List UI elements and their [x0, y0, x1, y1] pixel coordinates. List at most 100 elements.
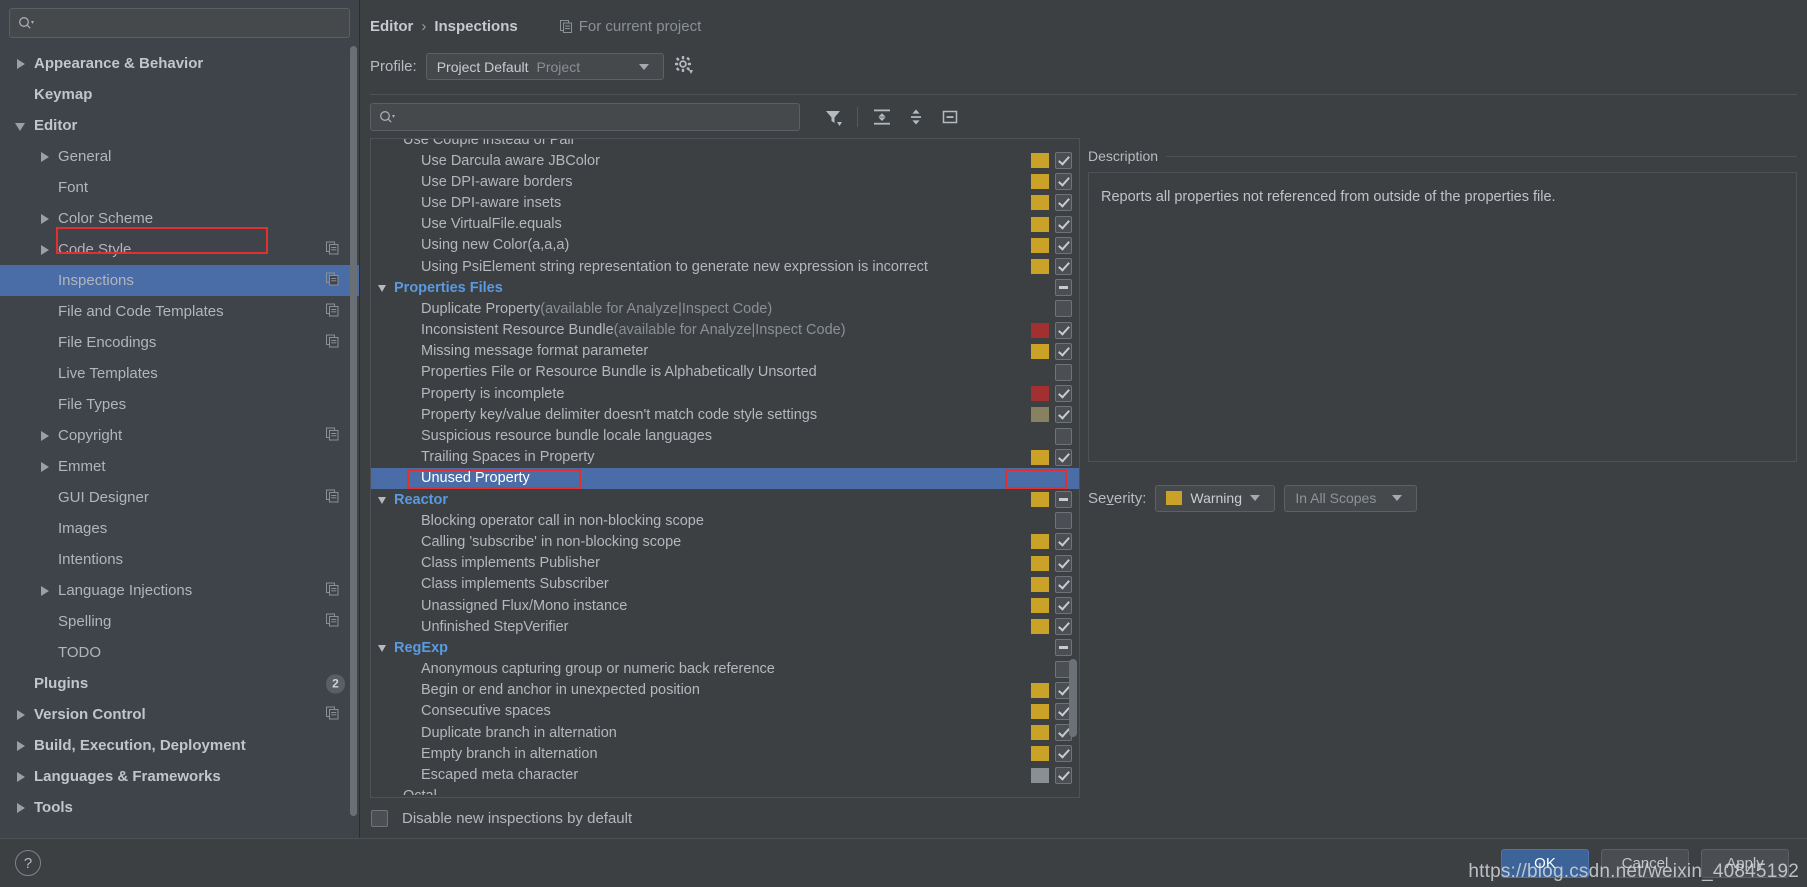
severity-color-swatch[interactable]	[1031, 682, 1049, 698]
inspection-row[interactable]: Use VirtualFile.equals	[371, 214, 1079, 235]
sidebar-item-font[interactable]: Font	[0, 172, 359, 203]
inspection-row[interactable]: Unfinished StepVerifier	[371, 616, 1079, 637]
severity-color-swatch[interactable]	[1031, 429, 1049, 444]
sidebar-item-languages-frameworks[interactable]: Languages & Frameworks	[0, 761, 359, 792]
inspection-enabled-checkbox[interactable]	[1055, 173, 1072, 191]
gear-icon[interactable]	[673, 54, 693, 79]
sidebar-item-tools[interactable]: Tools	[0, 792, 359, 823]
sidebar-tree[interactable]: Appearance & Behavior Keymap Editor General…	[0, 44, 359, 838]
chevron-right-icon[interactable]	[38, 243, 52, 257]
sidebar-item-language-injections[interactable]: Language Injections	[0, 575, 359, 606]
inspection-row[interactable]: Duplicate branch in alternation	[371, 722, 1079, 743]
sidebar-item-keymap[interactable]: Keymap	[0, 79, 359, 110]
sidebar-item-inspections[interactable]: Inspections	[0, 265, 359, 296]
inspection-enabled-checkbox[interactable]	[1055, 512, 1072, 530]
inspection-row[interactable]: Consecutive spaces	[371, 701, 1079, 722]
inspection-row[interactable]: Use Darcula aware JBColor	[371, 150, 1079, 171]
inspection-group-row[interactable]: Reactor	[371, 489, 1079, 510]
inspection-row[interactable]: Blocking operator call in non-blocking s…	[371, 510, 1079, 531]
inspection-enabled-checkbox[interactable]	[1055, 300, 1072, 318]
severity-color-swatch[interactable]	[1031, 725, 1049, 741]
inspection-enabled-checkbox[interactable]	[1055, 194, 1072, 212]
inspection-enabled-checkbox[interactable]	[1055, 236, 1072, 254]
inspection-row[interactable]: Class implements Publisher	[371, 553, 1079, 574]
severity-color-swatch[interactable]	[1031, 237, 1049, 253]
collapse-all-icon[interactable]	[899, 102, 933, 132]
sidebar-item-copyright[interactable]: Copyright	[0, 420, 359, 451]
inspection-row[interactable]: Trailing Spaces in Property	[371, 447, 1079, 468]
inspection-row[interactable]: Property key/value delimiter doesn't mat…	[371, 404, 1079, 425]
chevron-right-icon[interactable]	[38, 584, 52, 598]
sidebar-item-gui-designer[interactable]: GUI Designer	[0, 482, 359, 513]
inspection-enabled-checkbox[interactable]	[1055, 406, 1072, 424]
sidebar-item-color-scheme[interactable]: Color Scheme	[0, 203, 359, 234]
inspection-row[interactable]: Duplicate Property (available for Analyz…	[371, 298, 1079, 319]
chevron-right-icon[interactable]	[14, 708, 28, 722]
sidebar-item-file-and-code-templates[interactable]: File and Code Templates	[0, 296, 359, 327]
severity-color-swatch[interactable]	[1031, 216, 1049, 232]
inspection-group-row[interactable]: Properties Files	[371, 277, 1079, 298]
inspection-row[interactable]: Missing message format parameter	[371, 341, 1079, 362]
sidebar-item-file-types[interactable]: File Types	[0, 389, 359, 420]
inspection-enabled-checkbox[interactable]	[1055, 597, 1072, 615]
inspection-row[interactable]: Suspicious resource bundle locale langua…	[371, 425, 1079, 446]
inspection-row[interactable]: Class implements Subscriber	[371, 574, 1079, 595]
sidebar-item-spelling[interactable]: Spelling	[0, 606, 359, 637]
severity-color-swatch[interactable]	[1031, 534, 1049, 550]
inspection-row[interactable]: Inconsistent Resource Bundle (available …	[371, 320, 1079, 341]
severity-color-swatch[interactable]	[1031, 386, 1049, 402]
severity-color-swatch[interactable]	[1031, 662, 1049, 677]
ok-button[interactable]: OK	[1501, 848, 1589, 878]
inspection-row[interactable]: Property is incomplete	[371, 383, 1079, 404]
sidebar-item-general[interactable]: General	[0, 141, 359, 172]
chevron-right-icon[interactable]	[38, 429, 52, 443]
inspection-enabled-checkbox[interactable]	[1055, 279, 1072, 297]
inspection-enabled-checkbox[interactable]	[1055, 491, 1072, 509]
sidebar-item-file-encodings[interactable]: File Encodings	[0, 327, 359, 358]
inspection-enabled-checkbox[interactable]	[1055, 342, 1072, 360]
sidebar-item-code-style[interactable]: Code Style	[0, 234, 359, 265]
sidebar-item-version-control[interactable]: Version Control	[0, 699, 359, 730]
chevron-down-icon[interactable]	[377, 641, 390, 654]
inspection-row[interactable]: Using PsiElement string representation t…	[371, 256, 1079, 277]
inspection-enabled-checkbox[interactable]	[1055, 448, 1072, 466]
inspection-row[interactable]: Properties File or Resource Bundle is Al…	[371, 362, 1079, 383]
severity-combobox[interactable]: Warning	[1155, 484, 1276, 512]
sidebar-item-todo[interactable]: TODO	[0, 637, 359, 668]
severity-color-swatch[interactable]	[1031, 640, 1049, 655]
severity-color-swatch[interactable]	[1031, 598, 1049, 614]
severity-color-swatch[interactable]	[1031, 365, 1049, 380]
severity-color-swatch[interactable]	[1031, 322, 1049, 338]
inspection-rows[interactable]: Use Darcula aware JBColor Use DPI-aware b…	[371, 150, 1079, 786]
sidebar-item-images[interactable]: Images	[0, 513, 359, 544]
severity-color-swatch[interactable]	[1031, 767, 1049, 783]
scope-combobox[interactable]: In All Scopes	[1284, 484, 1418, 512]
chevron-right-icon[interactable]	[14, 57, 28, 71]
apply-button[interactable]: Apply	[1701, 848, 1789, 878]
inspection-enabled-checkbox[interactable]	[1055, 766, 1072, 784]
chevron-right-icon[interactable]	[14, 801, 28, 815]
sidebar-scrollbar[interactable]	[350, 46, 357, 816]
severity-color-swatch[interactable]	[1031, 449, 1049, 465]
inspection-row[interactable]: Escaped meta character	[371, 764, 1079, 785]
inspection-enabled-checkbox[interactable]	[1055, 385, 1072, 403]
breadcrumb-parent[interactable]: Editor	[370, 18, 413, 35]
inspection-enabled-checkbox[interactable]	[1055, 745, 1072, 763]
inspection-row[interactable]: Unassigned Flux/Mono instance	[371, 595, 1079, 616]
severity-color-swatch[interactable]	[1031, 407, 1049, 423]
sidebar-item-appearance-behavior[interactable]: Appearance & Behavior	[0, 48, 359, 79]
inspection-row[interactable]: Anonymous capturing group or numeric bac…	[371, 659, 1079, 680]
severity-color-swatch[interactable]	[1031, 492, 1049, 508]
inspection-row[interactable]: Use DPI-aware insets	[371, 192, 1079, 213]
severity-color-swatch[interactable]	[1031, 576, 1049, 592]
severity-color-swatch[interactable]	[1031, 746, 1049, 762]
severity-color-swatch[interactable]	[1031, 703, 1049, 719]
cancel-button[interactable]: Cancel	[1601, 848, 1689, 878]
severity-color-swatch[interactable]	[1031, 174, 1049, 190]
inspection-enabled-checkbox[interactable]	[1055, 363, 1072, 381]
help-button[interactable]: ?	[15, 850, 41, 876]
severity-color-swatch[interactable]	[1031, 153, 1049, 169]
inspections-search-input[interactable]	[370, 103, 800, 131]
inspection-enabled-checkbox[interactable]	[1055, 258, 1072, 276]
severity-color-swatch[interactable]	[1031, 513, 1049, 528]
